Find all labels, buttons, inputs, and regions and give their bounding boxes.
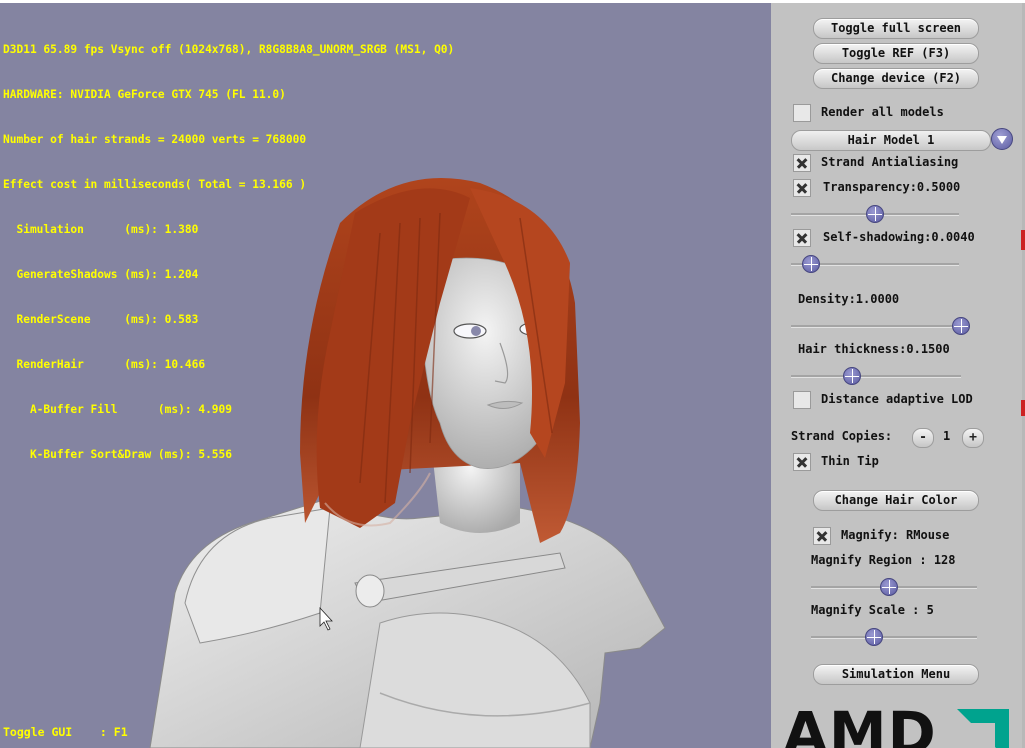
stats-line: RenderScene (ms): 0.583 — [3, 313, 199, 326]
stats-line: GenerateShadows (ms): 1.204 — [3, 268, 199, 281]
strand-copies-label: Strand Copies: — [791, 429, 893, 443]
magnify-scale-slider[interactable] — [811, 628, 977, 646]
change-hair-color-button[interactable]: Change Hair Color — [813, 490, 979, 511]
self-shadowing-label: Self-shadowing:0.0040 — [823, 230, 975, 244]
density-slider[interactable] — [791, 317, 970, 335]
slider-thumb[interactable] — [952, 317, 970, 335]
toggle-gui-hint: Toggle GUI : F1 — [3, 725, 128, 739]
toggle-ref-button[interactable]: Toggle REF (F3) — [813, 43, 979, 64]
magnify-region-label: Magnify Region : 128 — [811, 553, 956, 567]
stats-line: RenderHair (ms): 10.466 — [3, 358, 206, 371]
simulation-menu-button[interactable]: Simulation Menu — [813, 664, 979, 685]
amd-arrow-icon — [957, 709, 1009, 748]
amd-logo: AMD — [783, 699, 937, 748]
stats-line: Effect cost in milliseconds( Total = 13.… — [3, 178, 307, 191]
slider-track — [811, 636, 977, 639]
self-shadowing-checkbox[interactable] — [793, 229, 811, 247]
self-shadowing-slider[interactable] — [791, 255, 959, 273]
strand-antialiasing-label: Strand Antialiasing — [821, 155, 959, 169]
distance-adaptive-lod-label: Distance adaptive LOD — [821, 392, 973, 406]
slider-thumb[interactable] — [866, 205, 884, 223]
transparency-slider[interactable] — [791, 205, 959, 223]
magnify-region-slider[interactable] — [811, 578, 977, 596]
stats-line: A-Buffer Fill (ms): 4.909 — [3, 403, 233, 416]
magnify-label: Magnify: RMouse — [841, 528, 950, 542]
slider-thumb[interactable] — [865, 628, 884, 646]
stats-line: K-Buffer Sort&Draw (ms): 5.556 — [3, 448, 233, 461]
slider-track — [791, 325, 961, 328]
edge-accent — [1021, 230, 1025, 250]
magnify-checkbox[interactable] — [813, 527, 831, 545]
stats-line: HARDWARE: NVIDIA GeForce GTX 745 (FL 11.… — [3, 88, 286, 101]
strand-copies-decrement-button[interactable]: - — [912, 428, 934, 448]
stats-line: Simulation (ms): 1.380 — [3, 223, 199, 236]
stats-overlay: D3D11 65.89 fps Vsync off (1024x768), R8… — [3, 12, 454, 492]
edge-accent — [1021, 400, 1025, 416]
transparency-label: Transparency:0.5000 — [823, 180, 961, 194]
render-all-models-label: Render all models — [821, 105, 944, 119]
render-viewport[interactable]: D3D11 65.89 fps Vsync off (1024x768), R8… — [0, 3, 771, 748]
stats-line: D3D11 65.89 fps Vsync off (1024x768), R8… — [3, 43, 455, 56]
dropdown-arrow-icon[interactable] — [991, 128, 1013, 150]
strand-copies-value: 1 — [943, 429, 951, 443]
slider-thumb[interactable] — [843, 367, 862, 385]
distance-adaptive-lod-checkbox[interactable] — [793, 391, 811, 409]
armor-clasp — [355, 574, 385, 608]
strand-copies-increment-button[interactable]: + — [962, 428, 984, 448]
hair-model-dropdown[interactable]: Hair Model 1 — [791, 130, 991, 151]
magnify-scale-label: Magnify Scale : 5 — [811, 603, 934, 617]
hair-thickness-label: Hair thickness:0.1500 — [798, 342, 950, 356]
toggle-full-screen-button[interactable]: Toggle full screen — [813, 18, 979, 39]
slider-thumb[interactable] — [880, 578, 899, 596]
slider-track — [791, 375, 961, 378]
slider-thumb[interactable] — [802, 255, 821, 273]
transparency-checkbox[interactable] — [793, 179, 811, 197]
stats-line: Number of hair strands = 24000 verts = 7… — [3, 133, 307, 146]
change-device-button[interactable]: Change device (F2) — [813, 68, 979, 89]
hair-thickness-slider[interactable] — [791, 367, 961, 385]
thin-tip-checkbox[interactable] — [793, 453, 811, 471]
density-label: Density:1.0000 — [798, 292, 900, 306]
settings-panel: Toggle full screen Toggle REF (F3) Chang… — [771, 3, 1025, 748]
strand-antialiasing-checkbox[interactable] — [793, 154, 811, 172]
render-all-models-checkbox[interactable] — [793, 104, 811, 122]
thin-tip-label: Thin Tip — [821, 454, 879, 468]
